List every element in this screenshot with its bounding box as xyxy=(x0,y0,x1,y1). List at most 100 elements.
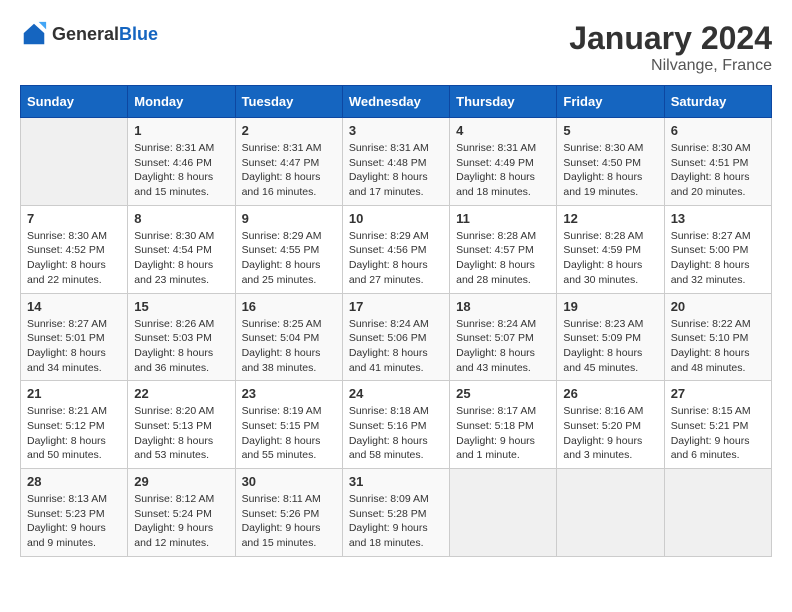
calendar-cell: 23Sunrise: 8:19 AM Sunset: 5:15 PM Dayli… xyxy=(235,381,342,469)
calendar-cell: 26Sunrise: 8:16 AM Sunset: 5:20 PM Dayli… xyxy=(557,381,664,469)
day-info: Sunrise: 8:31 AM Sunset: 4:49 PM Dayligh… xyxy=(456,141,550,200)
day-info: Sunrise: 8:24 AM Sunset: 5:07 PM Dayligh… xyxy=(456,317,550,376)
calendar-week-1: 1 Sunrise: 8:31 AM Sunset: 4:46 PM Daylig… xyxy=(21,118,772,206)
day-number: 28 xyxy=(27,474,121,489)
month-title: January 2024 xyxy=(569,20,772,57)
calendar-cell: 10 Sunrise: 8:29 AM Sunset: 4:56 PM Dayli… xyxy=(342,205,449,293)
calendar-cell: 2 Sunrise: 8:31 AM Sunset: 4:47 PM Daylig… xyxy=(235,118,342,206)
calendar-cell: 19 Sunrise: 8:23 AM Sunset: 5:09 PM Dayli… xyxy=(557,293,664,381)
day-number: 30 xyxy=(242,474,336,489)
day-info: Sunrise: 8:12 AM Sunset: 5:24 PM Dayligh… xyxy=(134,492,228,551)
calendar-week-3: 14Sunrise: 8:27 AM Sunset: 5:01 PM Dayli… xyxy=(21,293,772,381)
day-number: 25 xyxy=(456,386,550,401)
logo-text: GeneralBlue xyxy=(52,24,158,45)
day-number: 18 xyxy=(456,299,550,314)
col-tuesday: Tuesday xyxy=(235,86,342,118)
logo: GeneralBlue xyxy=(20,20,158,48)
calendar-cell: 1 Sunrise: 8:31 AM Sunset: 4:46 PM Daylig… xyxy=(128,118,235,206)
calendar-body: 1 Sunrise: 8:31 AM Sunset: 4:46 PM Daylig… xyxy=(21,118,772,557)
day-info: Sunrise: 8:30 AM Sunset: 4:52 PM Dayligh… xyxy=(27,229,121,288)
day-info: Sunrise: 8:09 AM Sunset: 5:28 PM Dayligh… xyxy=(349,492,443,551)
calendar-cell: 9 Sunrise: 8:29 AM Sunset: 4:55 PM Daylig… xyxy=(235,205,342,293)
day-info: Sunrise: 8:17 AM Sunset: 5:18 PM Dayligh… xyxy=(456,404,550,463)
calendar-cell: 20 Sunrise: 8:22 AM Sunset: 5:10 PM Dayli… xyxy=(664,293,771,381)
col-sunday: Sunday xyxy=(21,86,128,118)
day-info: Sunrise: 8:27 AM Sunset: 5:00 PM Dayligh… xyxy=(671,229,765,288)
calendar-cell: 17Sunrise: 8:24 AM Sunset: 5:06 PM Dayli… xyxy=(342,293,449,381)
day-info: Sunrise: 8:22 AM Sunset: 5:10 PM Dayligh… xyxy=(671,317,765,376)
day-number: 7 xyxy=(27,211,121,226)
calendar-cell: 27 Sunrise: 8:15 AM Sunset: 5:21 PM Dayli… xyxy=(664,381,771,469)
col-friday: Friday xyxy=(557,86,664,118)
day-info: Sunrise: 8:30 AM Sunset: 4:51 PM Dayligh… xyxy=(671,141,765,200)
day-info: Sunrise: 8:31 AM Sunset: 4:47 PM Dayligh… xyxy=(242,141,336,200)
day-info: Sunrise: 8:30 AM Sunset: 4:50 PM Dayligh… xyxy=(563,141,657,200)
day-number: 22 xyxy=(134,386,228,401)
day-info: Sunrise: 8:11 AM Sunset: 5:26 PM Dayligh… xyxy=(242,492,336,551)
logo-general: General xyxy=(52,24,119,44)
calendar-cell: 18 Sunrise: 8:24 AM Sunset: 5:07 PM Dayli… xyxy=(450,293,557,381)
location: Nilvange, France xyxy=(569,57,772,75)
day-info: Sunrise: 8:23 AM Sunset: 5:09 PM Dayligh… xyxy=(563,317,657,376)
day-info: Sunrise: 8:19 AM Sunset: 5:15 PM Dayligh… xyxy=(242,404,336,463)
calendar-header: Sunday Monday Tuesday Wednesday Thursday… xyxy=(21,86,772,118)
calendar-cell: 13 Sunrise: 8:27 AM Sunset: 5:00 PM Dayli… xyxy=(664,205,771,293)
day-number: 4 xyxy=(456,123,550,138)
calendar-cell: 12 Sunrise: 8:28 AM Sunset: 4:59 PM Dayli… xyxy=(557,205,664,293)
calendar-cell: 4 Sunrise: 8:31 AM Sunset: 4:49 PM Daylig… xyxy=(450,118,557,206)
calendar-cell: 7 Sunrise: 8:30 AM Sunset: 4:52 PM Daylig… xyxy=(21,205,128,293)
day-number: 19 xyxy=(563,299,657,314)
day-info: Sunrise: 8:18 AM Sunset: 5:16 PM Dayligh… xyxy=(349,404,443,463)
day-number: 13 xyxy=(671,211,765,226)
day-info: Sunrise: 8:28 AM Sunset: 4:59 PM Dayligh… xyxy=(563,229,657,288)
day-number: 11 xyxy=(456,211,550,226)
calendar-cell xyxy=(21,118,128,206)
day-number: 10 xyxy=(349,211,443,226)
day-number: 2 xyxy=(242,123,336,138)
day-number: 29 xyxy=(134,474,228,489)
day-number: 1 xyxy=(134,123,228,138)
calendar-cell xyxy=(664,469,771,557)
logo-icon xyxy=(20,20,48,48)
day-number: 27 xyxy=(671,386,765,401)
day-number: 21 xyxy=(27,386,121,401)
day-number: 14 xyxy=(27,299,121,314)
calendar-cell: 14Sunrise: 8:27 AM Sunset: 5:01 PM Dayli… xyxy=(21,293,128,381)
calendar-cell: 21 Sunrise: 8:21 AM Sunset: 5:12 PM Dayli… xyxy=(21,381,128,469)
col-wednesday: Wednesday xyxy=(342,86,449,118)
calendar-cell: 11 Sunrise: 8:28 AM Sunset: 4:57 PM Dayli… xyxy=(450,205,557,293)
calendar-cell: 29 Sunrise: 8:12 AM Sunset: 5:24 PM Dayli… xyxy=(128,469,235,557)
header-row: Sunday Monday Tuesday Wednesday Thursday… xyxy=(21,86,772,118)
col-monday: Monday xyxy=(128,86,235,118)
day-info: Sunrise: 8:29 AM Sunset: 4:55 PM Dayligh… xyxy=(242,229,336,288)
day-info: Sunrise: 8:21 AM Sunset: 5:12 PM Dayligh… xyxy=(27,404,121,463)
day-info: Sunrise: 8:16 AM Sunset: 5:20 PM Dayligh… xyxy=(563,404,657,463)
day-number: 9 xyxy=(242,211,336,226)
day-number: 3 xyxy=(349,123,443,138)
calendar-cell: 8Sunrise: 8:30 AM Sunset: 4:54 PM Daylig… xyxy=(128,205,235,293)
calendar-cell: 5 Sunrise: 8:30 AM Sunset: 4:50 PM Daylig… xyxy=(557,118,664,206)
calendar-cell: 30 Sunrise: 8:11 AM Sunset: 5:26 PM Dayli… xyxy=(235,469,342,557)
calendar-cell: 22Sunrise: 8:20 AM Sunset: 5:13 PM Dayli… xyxy=(128,381,235,469)
day-info: Sunrise: 8:26 AM Sunset: 5:03 PM Dayligh… xyxy=(134,317,228,376)
calendar-cell xyxy=(450,469,557,557)
calendar-cell: 16Sunrise: 8:25 AM Sunset: 5:04 PM Dayli… xyxy=(235,293,342,381)
day-info: Sunrise: 8:31 AM Sunset: 4:46 PM Dayligh… xyxy=(134,141,228,200)
calendar-cell xyxy=(557,469,664,557)
page-header: GeneralBlue January 2024 Nilvange, Franc… xyxy=(20,20,772,75)
day-info: Sunrise: 8:29 AM Sunset: 4:56 PM Dayligh… xyxy=(349,229,443,288)
col-saturday: Saturday xyxy=(664,86,771,118)
day-info: Sunrise: 8:25 AM Sunset: 5:04 PM Dayligh… xyxy=(242,317,336,376)
day-number: 17 xyxy=(349,299,443,314)
calendar-week-2: 7 Sunrise: 8:30 AM Sunset: 4:52 PM Daylig… xyxy=(21,205,772,293)
day-number: 8 xyxy=(134,211,228,226)
day-number: 12 xyxy=(563,211,657,226)
day-number: 20 xyxy=(671,299,765,314)
day-info: Sunrise: 8:15 AM Sunset: 5:21 PM Dayligh… xyxy=(671,404,765,463)
calendar-week-4: 21 Sunrise: 8:21 AM Sunset: 5:12 PM Dayli… xyxy=(21,381,772,469)
calendar-cell: 25 Sunrise: 8:17 AM Sunset: 5:18 PM Dayli… xyxy=(450,381,557,469)
day-number: 5 xyxy=(563,123,657,138)
calendar-cell: 31 Sunrise: 8:09 AM Sunset: 5:28 PM Dayli… xyxy=(342,469,449,557)
day-info: Sunrise: 8:28 AM Sunset: 4:57 PM Dayligh… xyxy=(456,229,550,288)
day-number: 31 xyxy=(349,474,443,489)
